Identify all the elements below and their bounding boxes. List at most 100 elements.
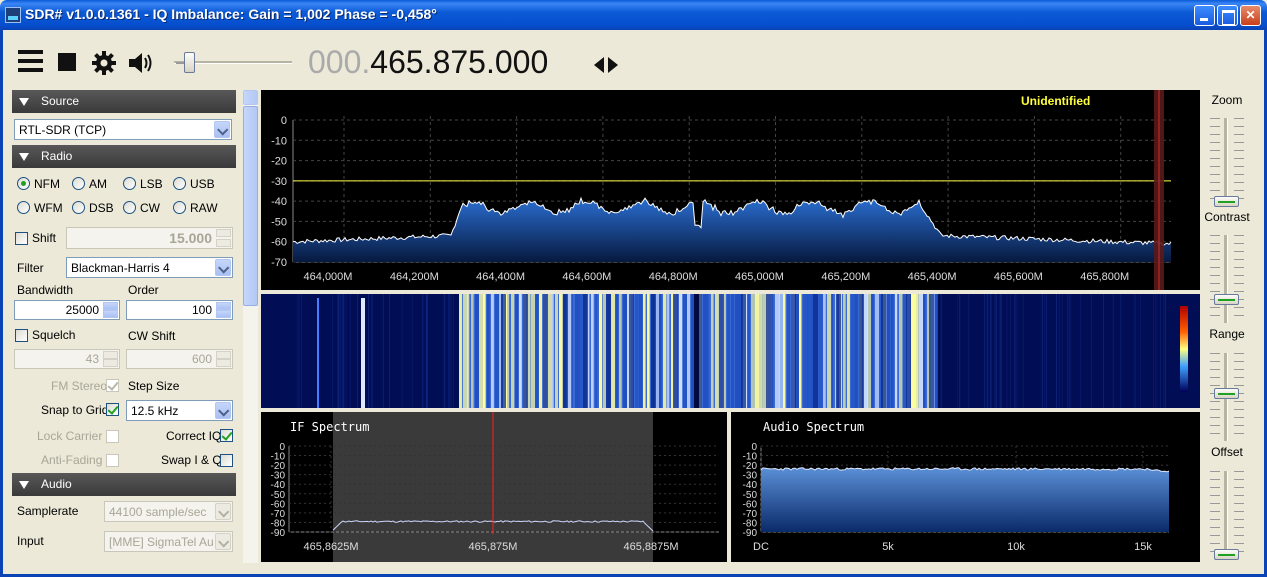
menu-icon[interactable] [18, 50, 43, 72]
bandwidth-input[interactable]: 25000 [14, 300, 120, 320]
spin-down-icon[interactable] [103, 310, 118, 318]
maximize-button[interactable] [1217, 5, 1238, 26]
mode-radio-wfm[interactable] [17, 201, 30, 214]
mode-radio-am[interactable] [72, 177, 85, 190]
spin-up-icon[interactable] [216, 351, 231, 359]
offset-thumb[interactable] [1214, 549, 1239, 560]
range-slider[interactable] [1205, 350, 1249, 445]
mode-label-nfm: NFM [34, 177, 60, 191]
spin-down-icon[interactable] [216, 310, 231, 318]
mode-label-cw: CW [140, 201, 160, 215]
mode-radio-raw[interactable] [173, 201, 186, 214]
scroll-thumb[interactable] [243, 106, 258, 306]
waterfall-streak [1139, 294, 1141, 408]
lockcarrier-checkbox[interactable] [106, 430, 119, 443]
chevron-down-icon[interactable] [215, 533, 231, 550]
window-title: SDR# v1.0.0.1361 - IQ Imbalance: Gain = … [25, 6, 437, 22]
waterfall-band [813, 294, 818, 408]
mode-radio-nfm[interactable] [17, 177, 30, 190]
correctiq-checkbox[interactable] [220, 429, 233, 442]
volume-slider[interactable] [168, 50, 295, 76]
spin-down-icon[interactable] [216, 239, 231, 247]
offset-slider[interactable] [1205, 468, 1249, 563]
gear-icon[interactable] [91, 50, 117, 76]
waterfall-streak [1044, 294, 1046, 408]
waterfall-band [847, 294, 850, 408]
radio-header[interactable]: Radio [12, 145, 236, 168]
audio-header[interactable]: Audio [12, 473, 236, 496]
waterfall-display[interactable] [261, 294, 1200, 408]
contrast-slider[interactable] [1205, 232, 1249, 327]
waterfall-streak [449, 294, 451, 408]
shift-checkbox[interactable] [15, 232, 28, 245]
fmstereo-checkbox[interactable] [106, 379, 119, 392]
mode-radio-usb[interactable] [173, 177, 186, 190]
samplerate-select[interactable]: 44100 sample/sec [104, 501, 233, 522]
main-spectrum-analyzer[interactable]: Unidentified 0 -10 -20 -30 -40 -50 -60 -70 464,… [261, 90, 1200, 290]
x-tick-label: 5k [882, 541, 894, 553]
swapiq-label: Swap I & Q [161, 453, 222, 467]
frequency-prefix[interactable]: 000. [308, 44, 370, 80]
waterfall-streak [301, 294, 303, 408]
spin-up-icon[interactable] [103, 302, 118, 310]
mode-radio-lsb[interactable] [123, 177, 136, 190]
chevron-down-icon[interactable] [215, 259, 231, 276]
audio-spectrum-panel[interactable]: Audio Spectrum 0-10-20-30-40-50-60-70-80… [731, 412, 1200, 562]
waterfall-band [751, 294, 756, 408]
close-button[interactable]: ✕ [1240, 5, 1261, 26]
mode-radio-dsb[interactable] [72, 201, 85, 214]
order-input[interactable]: 100 [126, 300, 233, 320]
minimize-button[interactable] [1194, 5, 1215, 26]
app-icon[interactable] [5, 7, 21, 23]
snaptogrid-label: Snap to Grid [41, 403, 109, 417]
y-tick-label: -20 [271, 156, 287, 168]
volume-thumb[interactable] [176, 52, 195, 73]
waterfall-band [755, 294, 759, 408]
tuning-arrows-icon[interactable] [594, 57, 620, 73]
collapse-icon [19, 98, 29, 106]
snaptogrid-checkbox[interactable] [106, 403, 119, 416]
x-tick-label: 465,800M [1080, 271, 1129, 283]
stop-icon[interactable] [58, 53, 76, 71]
waterfall-streak [1120, 294, 1122, 408]
range-thumb[interactable] [1214, 388, 1239, 400]
zoom-thumb[interactable] [1214, 196, 1239, 207]
waterfall-band [771, 294, 774, 408]
waterfall-band [579, 294, 584, 408]
waterfall-band [571, 294, 574, 408]
left-panel-scrollbar[interactable] [243, 90, 258, 574]
spin-down-icon[interactable] [103, 359, 118, 367]
antifading-checkbox[interactable] [106, 454, 119, 467]
speaker-icon[interactable] [127, 50, 155, 76]
waterfall-streak [1080, 294, 1082, 408]
source-select[interactable]: RTL-SDR (TCP) [14, 119, 232, 140]
waterfall-streak [1000, 294, 1002, 408]
waterfall-band [673, 294, 678, 408]
squelch-input[interactable]: 43 [14, 349, 120, 369]
spin-up-icon[interactable] [216, 229, 231, 237]
chevron-down-icon[interactable] [215, 402, 231, 419]
x-tick-label: 15k [1134, 541, 1152, 553]
squelch-checkbox[interactable] [15, 329, 28, 342]
frequency-display[interactable]: 000.465.875.000 [308, 44, 548, 81]
frequency-value[interactable]: 465.875.000 [370, 44, 548, 80]
spin-down-icon[interactable] [216, 359, 231, 367]
cwshift-input[interactable]: 600 [126, 349, 233, 369]
waterfall-band [747, 294, 750, 408]
filter-select[interactable]: Blackman-Harris 4 [66, 257, 233, 278]
shift-input[interactable]: 15.000 [66, 227, 233, 249]
zoom-slider[interactable] [1205, 115, 1249, 210]
mode-radio-cw[interactable] [123, 201, 136, 214]
contrast-thumb[interactable] [1214, 293, 1239, 305]
spin-up-icon[interactable] [103, 351, 118, 359]
input-select[interactable]: [MME] SigmaTel Audio [104, 531, 233, 552]
source-header[interactable]: Source [12, 90, 236, 113]
scroll-up-icon[interactable] [243, 90, 258, 105]
waterfall-streak [1062, 294, 1064, 408]
swapiq-checkbox[interactable] [220, 454, 233, 467]
if-spectrum-panel[interactable]: IF Spectrum 0-10-20-30-40-50-60-70-80-90… [261, 412, 727, 562]
chevron-down-icon[interactable] [215, 503, 231, 520]
stepsize-select[interactable]: 12.5 kHz [126, 400, 233, 421]
chevron-down-icon[interactable] [214, 121, 230, 138]
spin-up-icon[interactable] [216, 302, 231, 310]
